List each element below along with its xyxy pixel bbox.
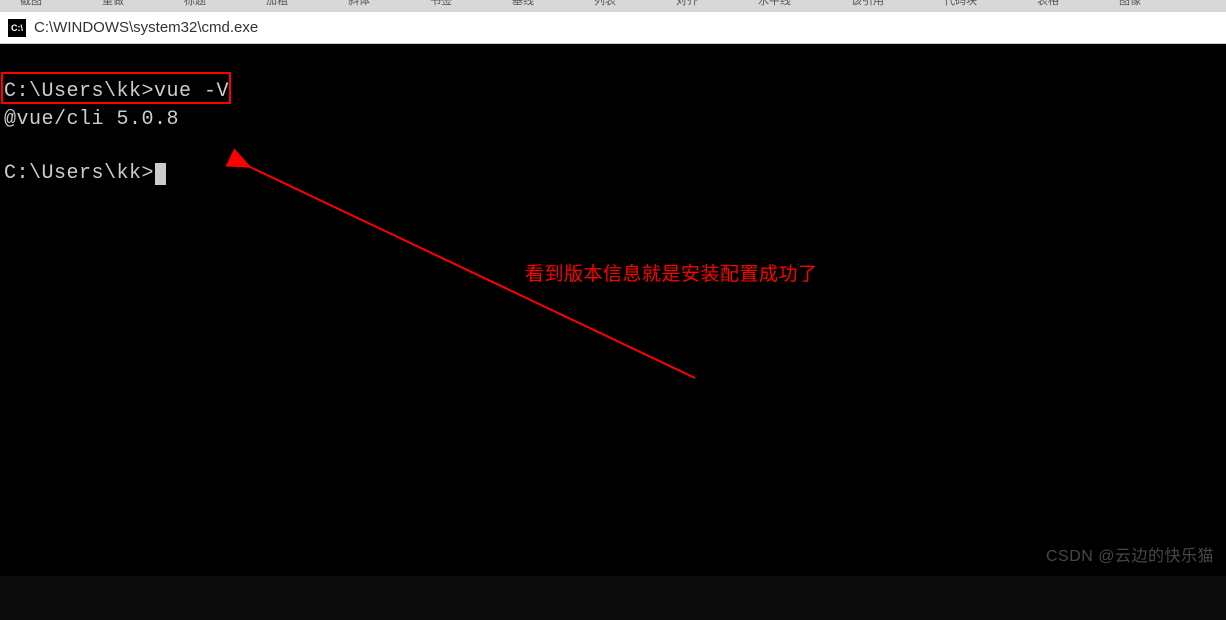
- menu-item[interactable]: 列表: [594, 0, 616, 7]
- cmd-icon: C:\: [8, 19, 26, 37]
- menu-item[interactable]: 图像: [1119, 0, 1141, 7]
- menu-item[interactable]: 书签: [430, 0, 452, 7]
- cmd-icon-label: C:\: [11, 23, 23, 33]
- menu-item[interactable]: 对齐: [676, 0, 698, 7]
- menu-item[interactable]: 加粗: [266, 0, 288, 7]
- terminal-line: C:\Users\kk>vue -V: [0, 78, 1226, 106]
- menu-item[interactable]: 基线: [512, 0, 534, 7]
- annotation-text: 看到版本信息就是安装配置成功了: [525, 262, 818, 289]
- menu-item[interactable]: 截图: [20, 0, 42, 7]
- editor-menu-bar: 截图 重做 标题 加粗 斜体 书签 基线 列表 对齐 水平线 该引用 代码块 表…: [0, 0, 1226, 12]
- terminal-body[interactable]: C:\Users\kk>vue -V @vue/cli 5.0.8 C:\Use…: [0, 44, 1226, 576]
- menu-item[interactable]: 该引用: [851, 0, 884, 7]
- menu-item[interactable]: 表格: [1037, 0, 1059, 7]
- window-title-bar: C:\ C:\WINDOWS\system32\cmd.exe: [0, 12, 1226, 44]
- prompt: C:\Users\kk>: [4, 162, 154, 185]
- watermark: CSDN @云边的快乐猫: [1046, 546, 1214, 568]
- terminal-output-line: @vue/cli 5.0.8: [0, 106, 1226, 134]
- menu-item[interactable]: 代码块: [944, 0, 977, 7]
- prompt: C:\Users\kk>: [4, 80, 154, 103]
- cursor: [155, 163, 166, 185]
- terminal-line: C:\Users\kk>: [0, 160, 1226, 188]
- menu-item[interactable]: 重做: [102, 0, 124, 7]
- menu-item[interactable]: 标题: [184, 0, 206, 7]
- window-title: C:\WINDOWS\system32\cmd.exe: [34, 19, 258, 36]
- menu-item[interactable]: 斜体: [348, 0, 370, 7]
- command-text: vue -V: [154, 80, 229, 103]
- menu-item[interactable]: 水平线: [758, 0, 791, 7]
